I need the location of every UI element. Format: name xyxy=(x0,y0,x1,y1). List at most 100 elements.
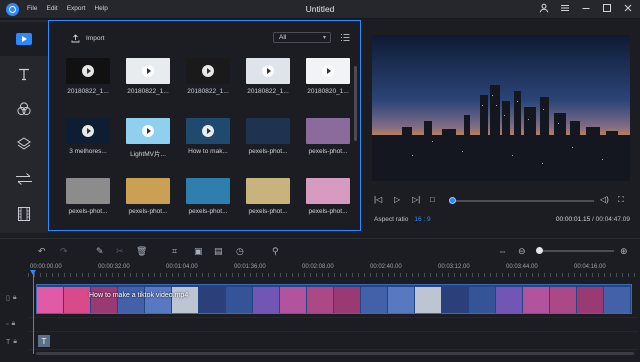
close-icon[interactable] xyxy=(622,3,634,16)
maximize-icon[interactable] xyxy=(601,3,613,16)
media-caption: pexels-phot... xyxy=(248,148,288,155)
tool-text[interactable] xyxy=(0,57,48,91)
menu-file[interactable]: File xyxy=(27,5,37,12)
media-item[interactable]: How to mak... xyxy=(186,118,230,155)
text-track-row xyxy=(28,332,638,350)
text-track-icon: T xyxy=(6,338,11,346)
ruler-tick-label: 00:02:08.00 xyxy=(302,264,334,270)
video-preview[interactable] xyxy=(372,35,630,181)
clip-frame-thumbnail xyxy=(253,287,279,313)
media-item[interactable]: pexels-phot... xyxy=(186,178,230,215)
media-caption: How to mak... xyxy=(188,148,228,155)
playback-progress-bar[interactable] xyxy=(449,197,594,204)
timeline-zoom-slider[interactable] xyxy=(536,247,614,254)
zoom-in-icon[interactable]: ⊕ xyxy=(620,246,628,257)
aspect-ratio-value[interactable]: 16 : 9 xyxy=(414,216,430,223)
window-controls xyxy=(538,3,634,16)
media-item[interactable]: 20180822_1... xyxy=(246,58,290,95)
library-toolbar: Import All ▾ xyxy=(49,21,360,53)
color-icon[interactable]: ⚲ xyxy=(272,246,279,257)
zoom-slider-knob[interactable] xyxy=(536,247,543,254)
fit-timeline-icon[interactable]: ⇔ xyxy=(498,246,507,256)
media-caption: 20180822_1... xyxy=(127,88,169,95)
media-caption: pexels-phot... xyxy=(68,208,108,215)
menu-icon[interactable] xyxy=(559,3,571,16)
media-thumbnail xyxy=(66,118,110,144)
pip-track-row xyxy=(28,318,638,332)
media-item[interactable]: 3 melhores... xyxy=(66,118,110,155)
undo-icon[interactable]: ↶ xyxy=(38,246,46,257)
import-icon xyxy=(71,34,80,43)
layers-icon xyxy=(17,137,31,150)
text-clip-label: T xyxy=(41,336,47,346)
user-icon[interactable] xyxy=(538,3,550,16)
edit-pencil-icon[interactable]: ✎ xyxy=(96,246,104,257)
zoom-out-icon[interactable]: ⊖ xyxy=(518,246,526,257)
lock-icon[interactable]: 🔒︎ xyxy=(11,320,15,328)
volume-icon[interactable]: ◁) xyxy=(600,195,609,204)
menu-edit[interactable]: Edit xyxy=(46,5,57,12)
crop-icon[interactable]: ⌗ xyxy=(172,246,177,257)
progress-knob[interactable] xyxy=(449,197,456,204)
media-item[interactable]: 20180822_1... xyxy=(126,58,170,95)
playhead[interactable] xyxy=(30,270,36,354)
speed-icon[interactable]: ◷ xyxy=(236,246,244,257)
video-clip[interactable]: How to make a tiktok video.mp4 xyxy=(36,284,632,314)
media-item[interactable]: LightMV片... xyxy=(126,118,170,158)
media-filter-dropdown[interactable]: All ▾ xyxy=(273,32,331,43)
clip-frame-thumbnail xyxy=(361,287,387,313)
media-thumbnail xyxy=(186,118,230,144)
next-frame-icon[interactable]: ▷| xyxy=(412,195,420,204)
transition-icon xyxy=(16,173,32,185)
stop-button[interactable]: □ xyxy=(430,195,435,204)
import-button[interactable]: Import xyxy=(71,34,104,43)
delete-icon[interactable]: 🗑 xyxy=(136,246,147,257)
redo-icon[interactable]: ↷ xyxy=(60,246,68,257)
menu-help[interactable]: Help xyxy=(94,5,107,12)
ruler-ticks xyxy=(28,273,640,277)
media-caption: 20180822_1... xyxy=(247,88,289,95)
menu-export[interactable]: Export xyxy=(67,5,86,12)
media-item[interactable]: pexels-phot... xyxy=(306,178,350,215)
clip-frame-thumbnail xyxy=(118,287,144,313)
media-item[interactable]: pexels-phot... xyxy=(246,178,290,215)
media-thumbnail xyxy=(126,178,170,204)
previous-frame-icon[interactable]: |◁ xyxy=(374,195,382,204)
ruler-tick-label: 00:01:36.00 xyxy=(234,264,266,270)
minimize-icon[interactable] xyxy=(580,3,592,16)
play-icon xyxy=(82,65,94,77)
clip-frame-thumbnail xyxy=(550,287,576,313)
media-thumbnail xyxy=(246,178,290,204)
clip-frame-thumbnail xyxy=(307,287,333,313)
total-time: / 00:04:47.09 xyxy=(592,216,630,223)
clip-frame-thumbnail xyxy=(91,287,117,313)
media-item[interactable]: pexels-phot... xyxy=(66,178,110,215)
lock-icon[interactable]: 🔒︎ xyxy=(13,338,17,346)
media-item[interactable]: pexels-phot... xyxy=(246,118,290,155)
media-item[interactable]: pexels-phot... xyxy=(126,178,170,215)
title-bar: File Edit Export Help Untitled xyxy=(0,0,640,19)
media-item[interactable]: 20180820_1... xyxy=(306,58,350,95)
mosaic-icon[interactable]: ▣ xyxy=(194,246,203,257)
tool-overlays[interactable] xyxy=(0,127,48,161)
cut-icon[interactable]: ✂ xyxy=(116,246,124,257)
text-clip[interactable]: T xyxy=(38,335,50,347)
tool-filters[interactable] xyxy=(0,92,48,126)
pip-track-icon: ▫ xyxy=(6,320,9,328)
tool-transitions[interactable] xyxy=(0,162,48,196)
lock-icon[interactable]: 🔒︎ xyxy=(13,294,17,302)
tool-elements[interactable] xyxy=(0,197,48,231)
play-button[interactable]: ▷ xyxy=(394,195,400,204)
media-item[interactable]: pexels-phot... xyxy=(306,118,350,155)
media-item[interactable]: 20180822_1... xyxy=(66,58,110,95)
fullscreen-icon[interactable]: ⛶ xyxy=(618,195,624,205)
timeline-ruler[interactable]: 00:00:00.00 00:00:32.00 00:01:04.00 00:01:3… xyxy=(28,264,640,278)
media-item[interactable]: 20180822_1... xyxy=(186,58,230,95)
tool-media[interactable] xyxy=(0,22,48,56)
timeline-scrollbar[interactable] xyxy=(36,352,634,355)
ruler-tick-label: 00:04:16.00 xyxy=(574,264,606,270)
text-track-header: T 🔒︎ xyxy=(0,338,28,346)
list-view-icon[interactable] xyxy=(340,33,350,44)
freeze-frame-icon[interactable]: ▤ xyxy=(214,246,223,257)
library-scrollbar[interactable] xyxy=(354,66,357,141)
